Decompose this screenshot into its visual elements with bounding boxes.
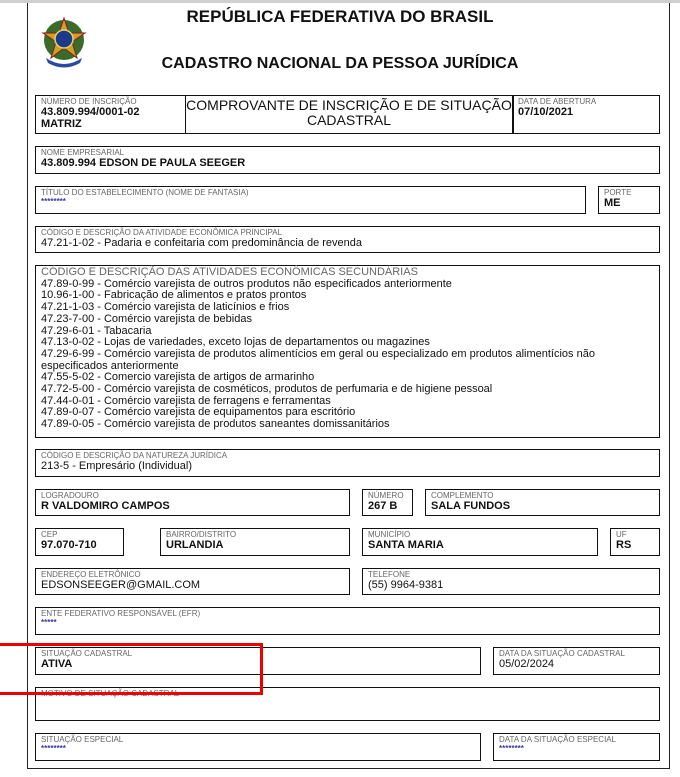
activity-item: 47.29-6-99 - Comércio varejista de produ… [41,347,595,372]
uf-box: UF RS [610,528,660,556]
field-value: SANTA MARIA [368,539,444,551]
atividades-secundarias-box: CÓDIGO E DESCRIÇÃO DAS ATIVIDADES ECONÔM… [35,265,660,438]
document-title-box: COMPROVANTE DE INSCRIÇÃO E DE SITUAÇÃO C… [184,95,514,134]
activity-item: 47.23-7-00 - Comércio varejista de bebid… [41,312,252,325]
field-value: 47.21-1-02 - Padaria e confeitaria com p… [41,237,363,249]
field-value: 43.809.994/0001-02 [41,106,140,118]
numero-inscricao-box: NÚMERO DE INSCRIÇÃO 43.809.994/0001-02 M… [35,95,186,134]
field-label: COMPLEMENTO [431,491,494,500]
complemento-box: COMPLEMENTO SALA FUNDOS [425,489,660,516]
cep-box: CEP 97.070-710 [35,528,124,556]
field-label: CÓDIGO E DESCRIÇÃO DA ATIVIDADE ECONÔMIC… [41,228,283,237]
document-title: COMPROVANTE DE INSCRIÇÃO E DE SITUAÇÃO C… [186,97,512,128]
field-value: R VALDOMIRO CAMPOS [41,500,170,512]
field-label: MUNICÍPIO [368,530,411,539]
natureza-juridica-box: CÓDIGO E DESCRIÇÃO DA NATUREZA JURÍDICA … [35,449,660,477]
field-label: PORTE [604,188,632,197]
field-label: CEP [41,530,58,539]
nome-fantasia-box: TÍTULO DO ESTABELECIMENTO (NOME DE FANTA… [35,186,586,214]
field-label: TELEFONE [368,570,411,579]
field-value: ******** [41,197,66,206]
numero-box: NÚMERO 267 B [362,489,413,516]
logradouro-box: LOGRADOURO R VALDOMIRO CAMPOS [35,489,350,516]
field-value: EDSONSEEGER@GMAIL.COM [41,579,201,591]
activity-item: 47.89-0-05 - Comércio varejista de produ… [41,418,390,431]
data-situacao-box: DATA DA SITUAÇÃO CADASTRAL 05/02/2024 [493,647,660,675]
header-subtitle: CADASTRO NACIONAL DA PESSOA JURÍDICA [161,55,519,72]
field-label: TÍTULO DO ESTABELECIMENTO (NOME DE FANTA… [41,188,249,197]
data-situacao-especial-box: DATA DA SITUAÇÃO ESPECIAL ******** [493,733,660,761]
efr-box: ENTE FEDERATIVO RESPONSÁVEL (EFR) ***** [35,607,660,635]
field-label: CÓDIGO E DESCRIÇÃO DA NATUREZA JURÍDICA [41,451,228,460]
atividade-principal-box: CÓDIGO E DESCRIÇÃO DA ATIVIDADE ECONÔMIC… [35,226,660,253]
field-value: ******** [499,744,524,753]
field-value: ******** [41,744,66,753]
field-label: NOME EMPRESARIAL [41,148,125,157]
field-value: 05/02/2024 [499,658,555,670]
field-label: LOGRADOURO [41,491,99,500]
email-box: ENDEREÇO ELETRÔNICO EDSONSEEGER@GMAIL.CO… [35,568,350,595]
field-value: 213-5 - Empresário (Individual) [41,460,193,472]
field-value: ME [604,197,621,209]
field-value: (55) 9964-9381 [368,579,444,591]
field-label: CÓDIGO E DESCRIÇÃO DAS ATIVIDADES ECONÔM… [41,266,418,278]
highlight-rectangle [0,643,263,695]
field-value: 97.070-710 [41,539,97,551]
telefone-box: TELEFONE (55) 9964-9381 [362,568,660,595]
municipio-box: MUNICÍPIO SANTA MARIA [362,528,598,556]
field-label: DATA DA SITUAÇÃO CADASTRAL [499,649,625,658]
field-label: NÚMERO [368,491,404,500]
situacao-especial-box: SITUAÇÃO ESPECIAL ******** [35,733,481,761]
field-value: RS [616,539,632,551]
field-value: 07/10/2021 [518,106,574,118]
field-label: ENTE FEDERATIVO RESPONSÁVEL (EFR) [41,609,201,618]
nome-empresarial-box: NOME EMPRESARIAL 43.809.994 EDSON DE PAU… [35,146,660,174]
field-label: UF [616,530,627,539]
field-label: SITUAÇÃO ESPECIAL [41,735,124,744]
field-value: ***** [41,618,57,627]
field-label: DATA DE ABERTURA [518,97,597,106]
field-value: SALA FUNDOS [431,500,511,512]
field-label: BAIRRO/DISTRITO [166,530,237,539]
field-value: 43.809.994 EDSON DE PAULA SEEGER [41,157,246,169]
field-label: NÚMERO DE INSCRIÇÃO [41,97,137,106]
header-title: REPÚBLICA FEDERATIVA DO BRASIL [186,7,494,26]
field-value: 267 B [368,500,398,512]
data-abertura-box: DATA DE ABERTURA 07/10/2021 [512,95,660,134]
field-value: URLANDIA [166,539,224,551]
field-label: ENDEREÇO ELETRÔNICO [41,570,141,579]
field-value-matriz: MATRIZ [41,118,82,130]
porte-box: PORTE ME [598,186,660,214]
field-label: DATA DA SITUAÇÃO ESPECIAL [499,735,617,744]
bairro-box: BAIRRO/DISTRITO URLANDIA [160,528,350,556]
activity-item: 47.72-5-00 - Comércio varejista de cosmé… [41,383,493,396]
